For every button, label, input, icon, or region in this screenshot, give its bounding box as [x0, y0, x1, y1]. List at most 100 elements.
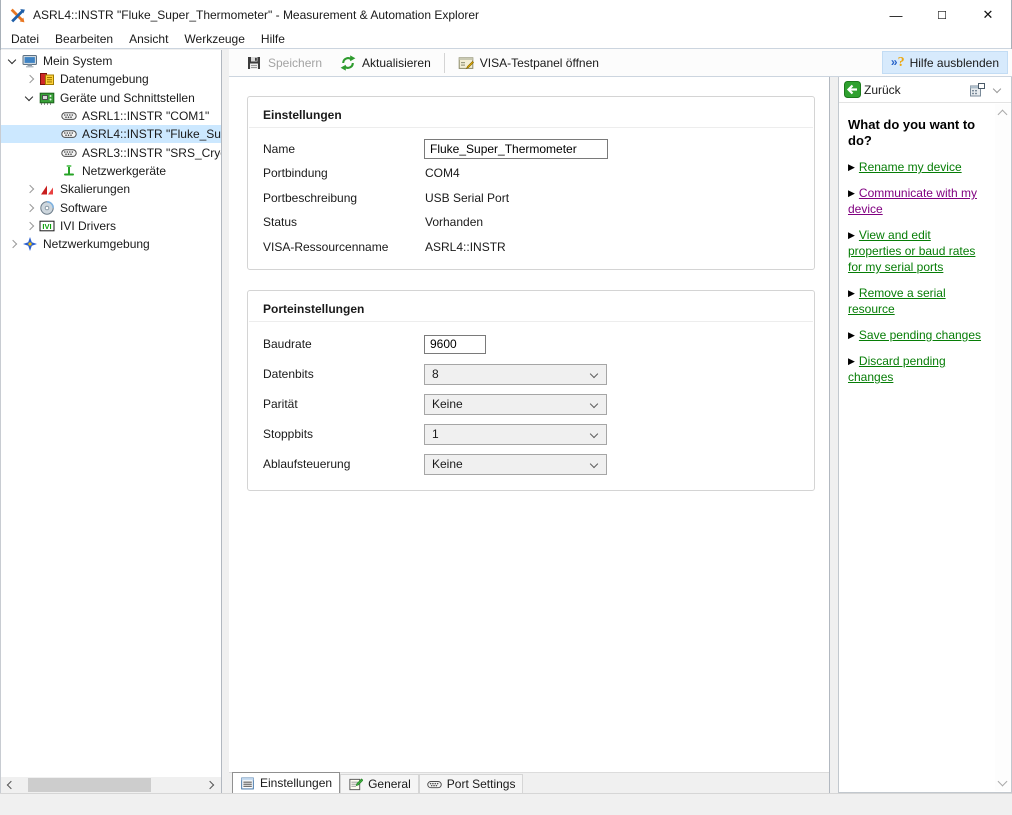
form-row: Ablaufsteuerung Keine Keine [263, 453, 799, 475]
scroll-down-icon[interactable] [997, 777, 1008, 788]
tree-expander-icon[interactable] [21, 218, 39, 234]
tree-item[interactable]: Mein System [1, 52, 221, 70]
tree-expander-icon[interactable] [21, 71, 39, 87]
baudrate-input[interactable] [424, 334, 486, 354]
help-link[interactable]: Rename my device [848, 159, 984, 175]
scroll-left-icon[interactable] [2, 777, 18, 793]
tab[interactable]: Port Settings [418, 774, 524, 793]
help-topics-icon[interactable] [969, 82, 986, 98]
tree-horizontal-scrollbar[interactable] [1, 777, 221, 793]
help-link-text[interactable]: View and edit properties or baud rates f… [848, 228, 975, 274]
toolbar-button-label: Aktualisieren [362, 55, 431, 70]
settings-group-title: Einstellungen [263, 108, 342, 122]
tree-expander-icon[interactable] [4, 53, 22, 69]
field-label: Ablaufsteuerung [263, 457, 351, 471]
dropdown-value: Keine [432, 397, 463, 411]
tree-item[interactable]: Datenumgebung [1, 70, 221, 88]
help-link[interactable]: Discard pending changes [848, 353, 984, 385]
menu-item[interactable]: Datei [3, 30, 47, 48]
main-content-panel: Einstellungen Name Fluke_Super_Thermomet… [229, 77, 830, 793]
scales-icon [39, 181, 55, 197]
dropdown[interactable]: 1 [424, 423, 607, 445]
back-icon[interactable] [844, 81, 861, 98]
chevron-down-icon[interactable] [990, 82, 1006, 98]
tree-item[interactable]: Geräte und Schnittstellen [1, 89, 221, 107]
menu-item[interactable]: Bearbeiten [47, 30, 121, 48]
menu-bar: Datei Bearbeiten Ansicht Werkzeuge Hilfe [1, 30, 1011, 49]
chevron-down-icon [589, 369, 599, 378]
tree-expander-icon[interactable] [21, 181, 39, 197]
help-link-text[interactable]: Communicate with my device [848, 186, 977, 216]
tab-label: Einstellungen [260, 776, 333, 790]
tree-item-label: IVI Drivers [60, 218, 117, 233]
scroll-up-icon[interactable] [997, 107, 1008, 118]
tree-item[interactable]: ASRL1::INSTR "COM1" [1, 107, 221, 125]
tree-item-label: ASRL1::INSTR "COM1" [82, 109, 210, 124]
serial-port-icon [61, 108, 77, 124]
port-settings-groupbox: Porteinstellungen Baudrate 9600 9600 Dat… [247, 290, 815, 491]
save-button[interactable]: Speichern [237, 51, 331, 75]
tab[interactable]: Einstellungen [232, 772, 341, 793]
menu-item[interactable]: Hilfe [253, 30, 293, 48]
form-row: Name Fluke_Super_Thermometer Fluke_Super… [263, 139, 799, 159]
tree-item[interactable]: ASRL4::INSTR "Fluke_Super_ [1, 125, 221, 144]
help-link[interactable]: Communicate with my device [848, 185, 984, 217]
help-link-text[interactable]: Rename my device [859, 160, 962, 174]
refresh-button[interactable]: Aktualisieren [331, 51, 440, 75]
field-value: ASRL4::INSTR [425, 239, 506, 254]
bullet-icon [848, 285, 855, 301]
bullet-icon [848, 353, 855, 369]
dropdown[interactable]: Keine [424, 393, 607, 415]
group-separator [249, 127, 813, 128]
serial-port-icon [427, 777, 442, 792]
scroll-right-icon[interactable] [204, 777, 220, 793]
name-input[interactable] [424, 139, 608, 159]
menu-item[interactable]: Werkzeuge [176, 30, 252, 48]
dropdown[interactable]: 8 [424, 363, 607, 385]
tree-item[interactable]: Netzwerkumgebung [1, 235, 221, 253]
refresh-icon [340, 55, 356, 71]
tree-item-label: Mein System [43, 54, 113, 69]
tree-expander-icon[interactable] [21, 90, 39, 106]
tree-item[interactable]: Netzwerkgeräte [1, 162, 221, 180]
tree-item[interactable]: Skalierungen [1, 180, 221, 198]
help-vertical-scrollbar[interactable] [995, 104, 1010, 791]
visa-testpanel-button[interactable]: VISA-Testpanel öffnen [449, 51, 608, 75]
settings-doc-icon [240, 776, 255, 791]
close-button[interactable]: ✕ [965, 0, 1011, 30]
field-label: Datenbits [263, 367, 314, 381]
tree-item[interactable]: IVI Drivers [1, 217, 221, 235]
help-panel-header: Zurück [839, 77, 1011, 103]
tree-expander-icon[interactable] [21, 200, 39, 216]
dropdown-value: 1 [432, 427, 439, 441]
tree-item[interactable]: ASRL3::INSTR "SRS_Cryogen [1, 143, 221, 161]
help-link-text[interactable]: Save pending changes [859, 328, 981, 342]
dropdown-value: 8 [432, 367, 439, 381]
app-logo-icon [9, 7, 26, 24]
help-link[interactable]: View and edit properties or baud rates f… [848, 227, 984, 275]
dropdown[interactable]: Keine [424, 453, 607, 475]
back-button-label[interactable]: Zurück [864, 83, 901, 97]
bullet-icon [848, 159, 855, 175]
tree-item-label: Netzwerkgeräte [82, 163, 167, 178]
data-icon [39, 71, 55, 87]
maximize-button[interactable]: ☐ [919, 0, 965, 30]
tab-label: Port Settings [446, 777, 516, 791]
form-row: Baudrate 9600 9600 [263, 333, 799, 355]
scrollbar-thumb[interactable] [28, 778, 151, 792]
tree-expander-icon[interactable] [4, 236, 22, 252]
form-row: Parität Keine Keine [263, 393, 799, 415]
help-link[interactable]: Save pending changes [848, 327, 984, 343]
help-link-text[interactable]: Discard pending changes [848, 354, 946, 384]
toolbar-separator[interactable] [443, 52, 445, 73]
port-group-title: Porteinstellungen [263, 302, 365, 316]
configuration-tree-panel: Mein System Datenumgebung Geräte und Sch… [0, 50, 222, 793]
tree-item[interactable]: Software [1, 198, 221, 216]
help-link[interactable]: Remove a serial resource [848, 285, 984, 317]
menu-item[interactable]: Ansicht [121, 30, 176, 48]
hide-help-button[interactable]: »? Hilfe ausblenden [881, 51, 1008, 74]
tab[interactable]: General [340, 774, 419, 793]
help-icon: »? [890, 54, 905, 70]
help-link-text[interactable]: Remove a serial resource [848, 286, 946, 316]
minimize-button[interactable]: — [873, 0, 919, 30]
